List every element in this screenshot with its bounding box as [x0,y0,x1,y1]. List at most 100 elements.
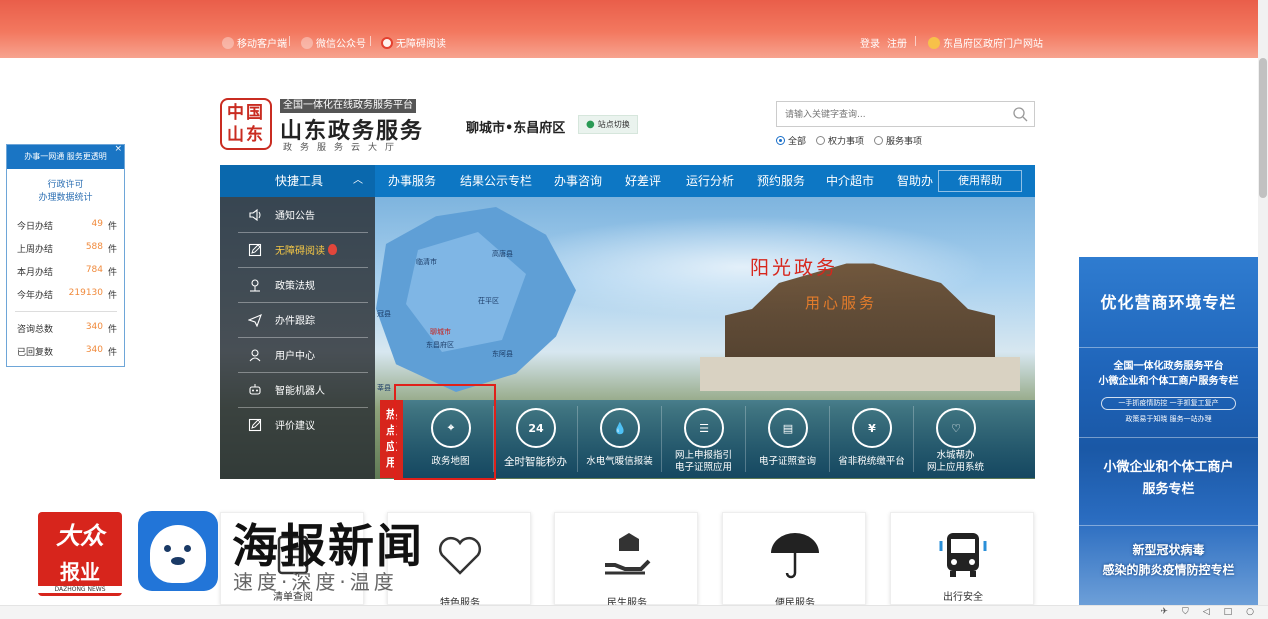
search-icon[interactable]: ○ [1246,607,1254,617]
speaker-icon [249,208,261,221]
app-label: 电子证照查询 [758,456,816,467]
stats-unit: 件 [107,268,117,278]
app-non-tax-payment[interactable]: ¥ 省非税统缴平台 [830,400,913,478]
card-livelihood-services[interactable]: 民生服务 [554,512,698,609]
quick-item-tracking[interactable]: 办件跟踪 [220,302,375,337]
nav-item-consult[interactable]: 办事咨询 [554,165,602,197]
app-label: 全时智能秒办 [504,456,567,468]
banner-slogan-primary: 阳光政务 [750,257,839,279]
stats-label: 已回复数 [17,348,54,358]
clock-24-icon: 24 [516,408,556,448]
quick-item-robot[interactable]: 智能机器人 [220,372,375,407]
hot-flame-icon [328,244,337,255]
app-label: 水电气暖信报装 [586,456,653,467]
login-label: 登录 [860,39,880,50]
logo-seal[interactable]: 中国山东 [220,98,272,150]
stats-value: 784 [85,265,103,275]
top-bar: 移动客户端 微信公众号 无障碍阅读 登录 注册 东昌府区政府门户网站 [0,0,1258,58]
nav-item-appointment[interactable]: 预约服务 [757,165,805,197]
stats-row: 今日办结 49 件 [17,219,117,232]
nav-item-services[interactable]: 办事服务 [388,165,436,197]
stats-value: 49 [91,219,103,229]
nav-item-agency-market[interactable]: 中介超市 [826,165,874,197]
bus-icon [939,533,987,577]
scrollbar-thumb[interactable] [1259,58,1267,198]
card-convenience-services[interactable]: 便民服务 [722,512,866,609]
ad-title-line: 全国一体化政务服务平台 [1113,361,1224,372]
close-icon[interactable]: × [114,144,122,154]
app-24h-instant[interactable]: 24 全时智能秒办 [494,400,577,478]
eye-icon [184,545,191,552]
login-link[interactable]: 登录 [860,35,880,50]
stats-row: 已回复数 340 件 [17,345,117,358]
dazhong-news-logo: 大众 报业 DAZHONG NEWS [38,512,122,596]
quick-tools-toggle[interactable]: 快捷工具 ︿ [220,165,375,197]
search-box [776,101,1035,127]
quick-item-accessible[interactable]: 无障碍阅读 [220,232,375,267]
divider [289,36,290,46]
chevron-up-icon: ︿ [353,175,363,186]
stats-unit: 件 [107,325,117,335]
divider [1079,437,1258,438]
radio-power-items[interactable]: 权力事项 [816,134,864,147]
radio-service-items[interactable]: 服务事项 [874,134,922,147]
region-name: 聊城市•东昌府区 [466,121,566,136]
map-label: 临清市 [416,258,437,266]
accessible-reading-label: 无障碍阅读 [396,39,446,50]
ad-title-line: 服务专栏 [1142,482,1195,497]
right-ad-banner[interactable]: 优化营商环境专栏 全国一体化政务服务平台 小微企业和个体工商户服务专栏 一手抓疫情… [1079,257,1258,605]
quick-item-label: 智能机器人 [275,386,325,397]
ad-title-epidemic: 新型冠状病毒 感染的肺炎疫情防控专栏 [1079,540,1258,580]
shield-icon[interactable]: ⛉ [1182,607,1189,617]
platform-tag: 全国一体化在线政务服务平台 [280,99,416,113]
app-label: 网上申报指引 电子证照应用 [674,450,732,473]
accessibility-icon [381,36,393,49]
stats-label: 今年办结 [17,291,54,301]
nav-item-evaluation[interactable]: 好差评 [625,165,661,197]
quick-item-feedback[interactable]: 评价建议 [220,407,375,442]
help-button[interactable]: 使用帮助 [938,170,1022,192]
radio-dot-icon [776,136,785,145]
quick-item-policy[interactable]: 政策法规 [220,267,375,302]
search-scope-radios: 全部 权力事项 服务事项 [776,134,922,147]
portal-label: 东昌府区政府门户网站 [943,39,1043,50]
divider [1079,347,1258,348]
send-icon [248,313,262,327]
search-icon[interactable] [1012,106,1028,122]
stats-label: 今日办结 [17,222,54,232]
haibao-app-logo [138,511,218,591]
mobile-client-link[interactable]: 移动客户端 [222,35,287,50]
nav-item-analysis[interactable]: 运行分析 [686,165,734,197]
map-label: 聊城市 [430,328,451,336]
radio-label: 全部 [788,137,807,147]
radio-all[interactable]: 全部 [776,134,806,147]
quick-item-notices[interactable]: 通知公告 [220,197,375,232]
speaker-icon[interactable]: ◁ [1203,607,1210,617]
phone-icon [222,36,234,49]
portal-link[interactable]: 东昌府区政府门户网站 [928,35,1043,50]
app-shuicheng-helper[interactable]: ♡ 水城帮办 网上应用系统 [914,400,997,478]
ad-title-line: 小微企业和个体工商户服务专栏 [1098,376,1239,387]
app-e-license-query[interactable]: ▤ 电子证照查询 [746,400,829,478]
wechat-link[interactable]: 微信公众号 [301,35,366,50]
site-switch-button[interactable]: ● 站点切换 [578,115,638,134]
quick-item-label: 评价建议 [275,421,315,432]
card-travel-safety[interactable]: 出行安全 [890,512,1034,605]
app-online-guide[interactable]: ☰ 网上申报指引 电子证照应用 [662,400,745,478]
window-icon[interactable]: □ [1224,607,1233,617]
stats-label: 咨询总数 [17,325,54,335]
nose-icon [171,557,185,565]
register-link[interactable]: 注册 [887,35,907,50]
search-input[interactable] [777,103,1002,127]
wechat-label: 微信公众号 [316,39,366,50]
id-card-icon: ▤ [768,408,808,448]
quick-item-user-center[interactable]: 用户中心 [220,337,375,372]
nav-item-result-publicity[interactable]: 结果公示专栏 [460,165,532,197]
map-label: 莘县 [377,384,391,392]
quick-item-label: 用户中心 [275,351,315,362]
nav-item-smart-assist[interactable]: 智助办 [897,165,933,197]
stats-row: 咨询总数 340 件 [17,322,117,335]
app-utilities-install[interactable]: 💧 水电气暖信报装 [578,400,661,478]
accessible-reading-link[interactable]: 无障碍阅读 [381,35,446,50]
rocket-icon[interactable]: ✈ [1160,607,1168,617]
